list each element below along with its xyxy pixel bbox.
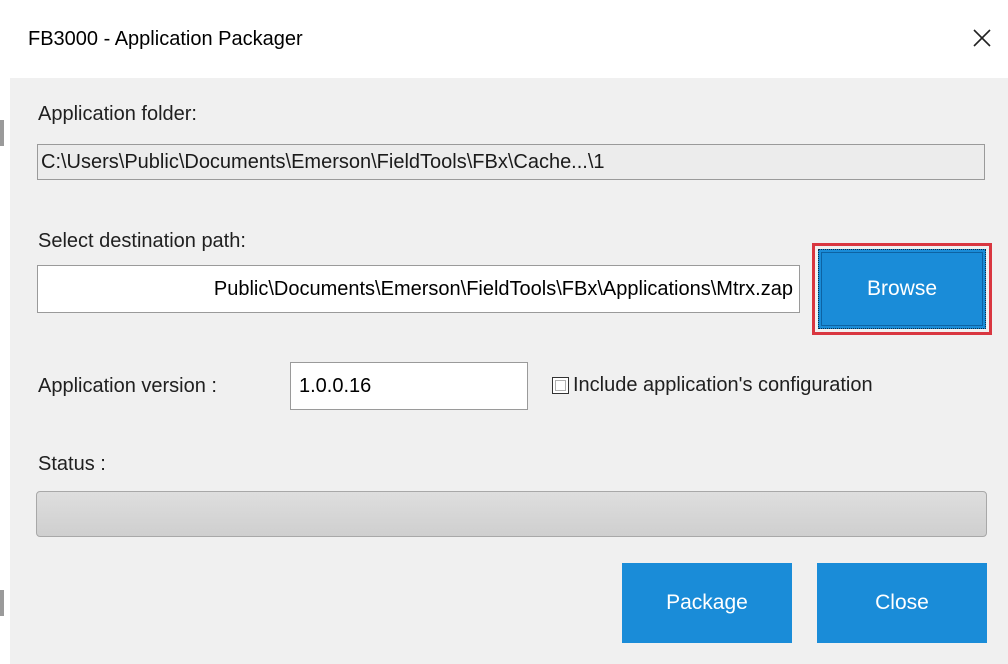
package-button[interactable]: Package — [622, 563, 792, 643]
include-config-label: Include application's configuration — [573, 373, 873, 396]
window-close-button[interactable] — [962, 20, 1002, 56]
status-progress-bar — [36, 491, 987, 537]
application-packager-dialog: FB3000 - Application Packager Applicatio… — [10, 0, 1008, 664]
application-version-input[interactable]: 1.0.0.16 — [290, 362, 528, 410]
background-mark — [0, 590, 4, 616]
status-label: Status : — [38, 453, 106, 475]
background-mark — [0, 120, 4, 146]
include-config-option[interactable]: Include application's configuration — [552, 372, 873, 398]
destination-path-label: Select destination path: — [38, 230, 246, 252]
application-folder-label: Application folder: — [38, 103, 197, 125]
close-icon — [973, 29, 991, 47]
application-folder-field: C:\Users\Public\Documents\Emerson\FieldT… — [37, 144, 985, 180]
window-title: FB3000 - Application Packager — [28, 28, 303, 50]
browse-button[interactable]: Browse — [818, 249, 986, 329]
include-config-checkbox[interactable] — [552, 376, 569, 394]
destination-path-input[interactable]: Public\Documents\Emerson\FieldTools\FBx\… — [37, 265, 800, 313]
application-version-label: Application version : — [38, 375, 217, 397]
close-button[interactable]: Close — [817, 563, 987, 643]
title-bar: FB3000 - Application Packager — [10, 0, 1008, 78]
